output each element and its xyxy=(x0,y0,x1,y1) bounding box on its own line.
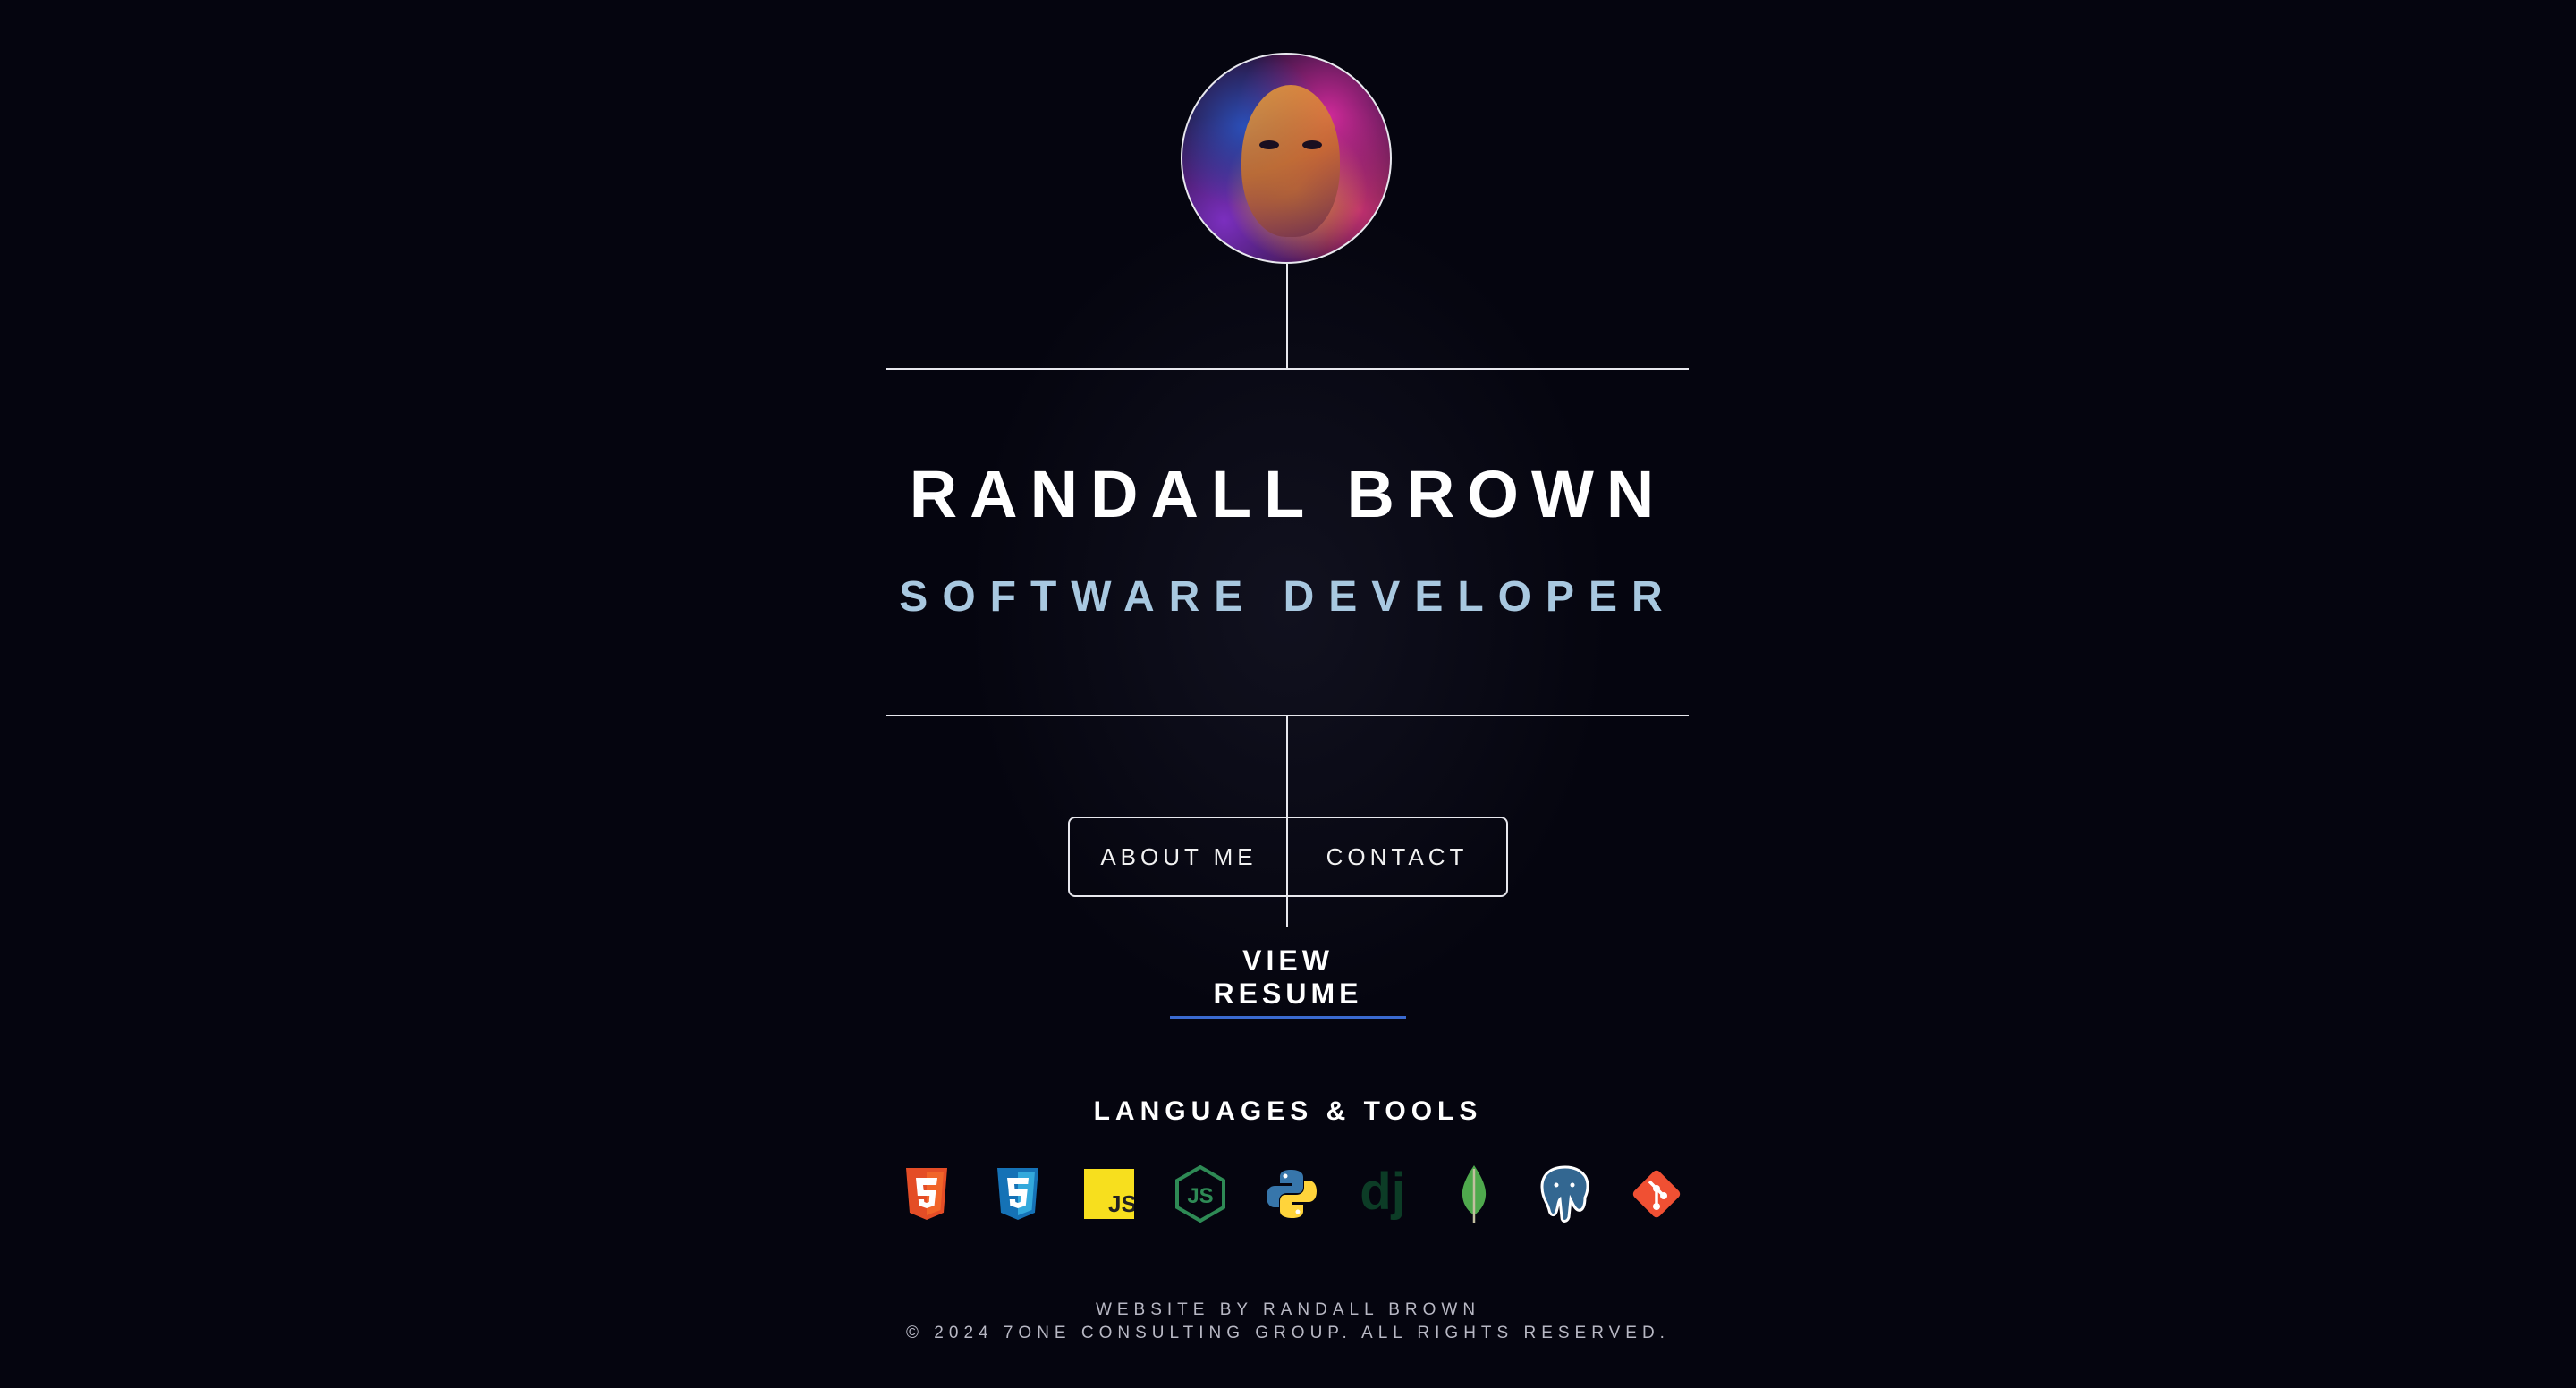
avatar-face xyxy=(1241,85,1340,237)
django-icon: dj xyxy=(1354,1163,1411,1225)
page-title: RANDALL BROWN xyxy=(909,457,1667,531)
html5-icon xyxy=(898,1163,955,1225)
avatar xyxy=(1181,53,1392,264)
git-icon xyxy=(1628,1163,1685,1225)
svg-text:JS: JS xyxy=(1187,1184,1213,1208)
nav-button-group: ABOUT ME CONTACT xyxy=(1068,817,1508,897)
postgresql-icon xyxy=(1537,1163,1594,1225)
contact-button[interactable]: CONTACT xyxy=(1288,818,1506,895)
avatar-eye-right xyxy=(1302,140,1322,149)
job-title: SOFTWARE DEVELOPER xyxy=(899,573,1677,621)
python-icon xyxy=(1263,1163,1320,1225)
about-me-button[interactable]: ABOUT ME xyxy=(1070,818,1288,895)
nodejs-icon: JS xyxy=(1172,1163,1229,1225)
connector-line-top xyxy=(1286,264,1288,369)
view-resume-link[interactable]: VIEW RESUME xyxy=(1170,944,1406,1019)
svg-text:dj: dj xyxy=(1360,1163,1406,1221)
footer-copyright: © 2024 7ONE CONSULTING GROUP. ALL RIGHTS… xyxy=(906,1324,1670,1342)
mongodb-icon xyxy=(1445,1163,1503,1225)
divider-top xyxy=(886,368,1689,370)
svg-text:JS: JS xyxy=(1108,1190,1134,1217)
avatar-eye-left xyxy=(1259,140,1279,149)
tools-icon-row: JS JS dj xyxy=(898,1163,1685,1225)
footer-credit: WEBSITE BY RANDALL BROWN xyxy=(1095,1300,1481,1319)
css3-icon xyxy=(989,1163,1046,1225)
tools-heading: LANGUAGES & TOOLS xyxy=(1093,1096,1483,1126)
javascript-icon: JS xyxy=(1080,1163,1138,1225)
